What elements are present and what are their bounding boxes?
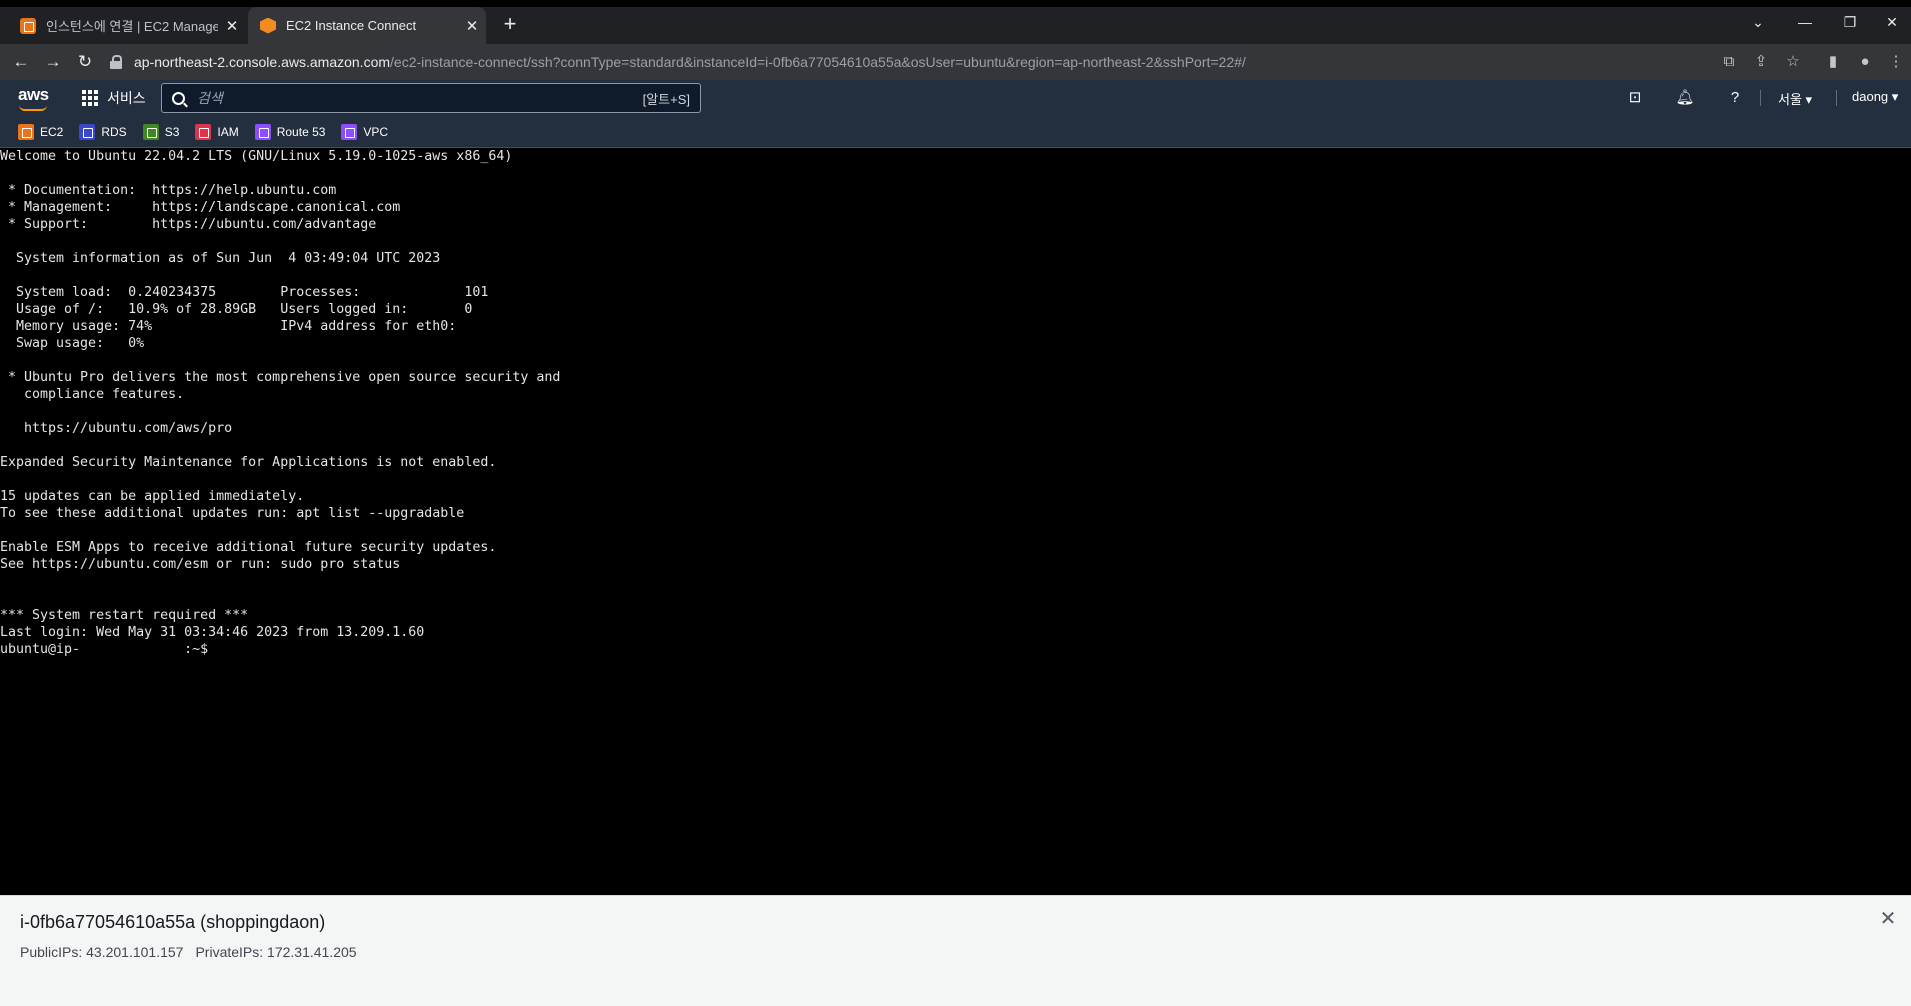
ec2-icon [18, 123, 34, 140]
ec2-favicon-icon [20, 17, 36, 34]
translate-icon[interactable]: ⧉ [1717, 50, 1741, 74]
tab-ec2-instance-connect[interactable]: EC2 Instance Connect ✕ [248, 7, 486, 44]
profile-avatar-icon[interactable]: ● [1853, 50, 1877, 74]
browser-toolbar: ← → ↻ ap-northeast-2.console.aws.amazon.… [0, 44, 1911, 80]
search-icon [172, 91, 185, 105]
nav-divider [1836, 90, 1837, 106]
s3-icon [142, 123, 159, 140]
instance-info-panel: i-0fb6a77054610a55a (shoppingdaon) Publi… [0, 895, 1911, 1006]
favorite-label: S3 [164, 124, 180, 139]
browser-menu-icon[interactable]: ⋮ [1884, 50, 1908, 74]
close-panel-icon[interactable]: ✕ [1877, 908, 1899, 930]
tab-search-chevron-icon[interactable]: ⌄ [1736, 7, 1780, 37]
favorite-label: RDS [101, 124, 127, 139]
restore-icon[interactable]: ❐ [1828, 7, 1872, 37]
region-selector[interactable]: 서울 ▾ [1778, 89, 1812, 108]
instance-title: i-0fb6a77054610a55a (shoppingdaon) [20, 912, 326, 932]
url-path: /ec2-instance-connect/ssh?connType=stand… [390, 54, 1246, 70]
aws-hexagon-favicon-icon [260, 17, 276, 34]
ssh-terminal[interactable]: Welcome to Ubuntu 22.04.2 LTS (GNU/Linux… [0, 148, 1911, 895]
vpc-icon [341, 123, 358, 140]
tab-title: 인스턴스에 연결 | EC2 Managem [46, 19, 218, 34]
favorite-label: Route 53 [276, 124, 326, 139]
tab-close-icon[interactable]: ✕ [218, 17, 246, 35]
minimize-icon[interactable]: — [1783, 7, 1827, 37]
instance-ip-line: PublicIPs: 43.201.101.157 PrivateIPs: 17… [20, 944, 357, 960]
services-grid-icon [82, 90, 98, 106]
reload-icon[interactable]: ↻ [71, 48, 99, 76]
private-ips: PrivateIPs: 172.31.41.205 [195, 944, 357, 960]
rds-icon [79, 123, 96, 140]
aws-console-nav: aws 서비스 [알트+S] ⊡ 🔔︎ ? 서울 ▾ daong ▾ [0, 80, 1911, 116]
tab-close-icon[interactable]: ✕ [458, 17, 486, 35]
search-shortcut-hint: [알트+S] [642, 91, 690, 107]
public-ips: PublicIPs: 43.201.101.157 [20, 944, 184, 960]
favorite-vpc[interactable]: VPC [341, 123, 389, 140]
services-label: 서비스 [107, 90, 146, 106]
account-menu[interactable]: daong ▾ [1852, 89, 1898, 105]
favorite-s3[interactable]: S3 [142, 123, 180, 140]
share-icon[interactable]: ⇪ [1749, 50, 1773, 74]
search-input[interactable] [197, 90, 643, 106]
favorite-label: IAM [217, 124, 239, 139]
window-top-edge [0, 0, 1911, 7]
iam-icon [195, 123, 212, 140]
forward-arrow-icon[interactable]: → [39, 48, 67, 76]
tab-title: EC2 Instance Connect [286, 18, 417, 33]
services-button[interactable]: 서비스 [82, 87, 146, 109]
help-icon[interactable]: ? [1725, 88, 1745, 108]
favorites-bar: EC2 RDS S3 IAM Route 53 VPC [0, 116, 1911, 148]
favorite-label: VPC [363, 124, 389, 139]
favorite-iam[interactable]: IAM [195, 123, 239, 140]
favorite-rds[interactable]: RDS [79, 123, 127, 140]
nav-divider [1760, 90, 1761, 106]
cloudshell-icon[interactable]: ⊡ [1625, 88, 1645, 108]
browser-tab-strip: 인스턴스에 연결 | EC2 Managem ✕ EC2 Instance Co… [0, 0, 1911, 44]
new-tab-button[interactable]: + [496, 10, 524, 38]
favorite-route53[interactable]: Route 53 [254, 123, 326, 140]
bookmark-star-icon[interactable]: ☆ [1781, 50, 1805, 74]
aws-logo-text: aws [18, 85, 49, 104]
aws-logo[interactable]: aws [18, 85, 49, 111]
notifications-bell-icon[interactable]: 🔔︎ [1675, 88, 1695, 108]
route53-icon [254, 123, 271, 140]
favorite-ec2[interactable]: EC2 [18, 123, 64, 140]
address-bar[interactable]: ap-northeast-2.console.aws.amazon.com/ec… [108, 47, 1728, 77]
tab-ec2-management[interactable]: 인스턴스에 연결 | EC2 Managem ✕ [8, 7, 246, 44]
side-panel-icon[interactable]: ▮ [1821, 50, 1845, 74]
favorite-label: EC2 [40, 124, 64, 139]
lock-icon[interactable] [110, 55, 122, 69]
url-host: ap-northeast-2.console.aws.amazon.com [134, 54, 391, 70]
back-arrow-icon[interactable]: ← [7, 48, 35, 76]
terminal-output: Welcome to Ubuntu 22.04.2 LTS (GNU/Linux… [0, 149, 561, 657]
aws-smile-icon [19, 105, 47, 111]
console-search[interactable]: [알트+S] [161, 83, 701, 113]
window-close-icon[interactable]: ✕ [1870, 7, 1911, 37]
